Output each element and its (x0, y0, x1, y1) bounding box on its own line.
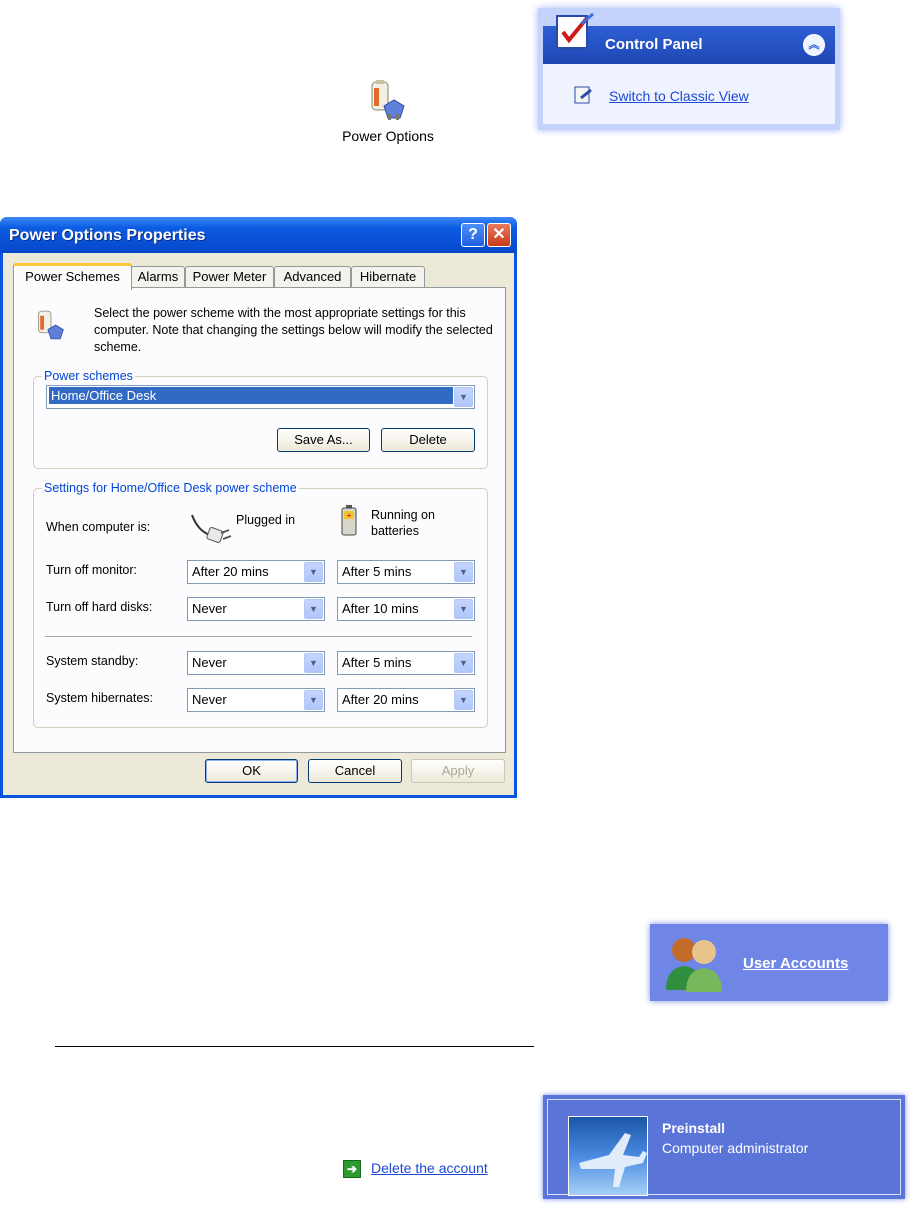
user-accounts-link[interactable]: User Accounts (743, 955, 848, 972)
power-schemes-legend: Power schemes (44, 369, 133, 383)
chevron-down-icon[interactable]: ▼ (304, 690, 323, 710)
tab-power-schemes[interactable]: Power Schemes (13, 263, 132, 290)
control-panel-icon (556, 12, 594, 49)
tab-hibernate[interactable]: Hibernate (351, 266, 425, 287)
system-hibernates-label: System hibernates: (46, 691, 153, 705)
cancel-button[interactable]: Cancel (308, 759, 402, 783)
hibernate-plugged-value: Never (192, 692, 227, 707)
chevron-down-icon[interactable]: ▼ (454, 599, 473, 619)
standby-battery-select[interactable]: After 5 mins ▼ (337, 651, 475, 675)
disks-plugged-select[interactable]: Never ▼ (187, 597, 325, 621)
chevron-down-icon[interactable]: ▼ (454, 690, 473, 710)
monitor-plugged-value: After 20 mins (192, 564, 269, 579)
delete-button[interactable]: Delete (381, 428, 475, 452)
dialog-titlebar[interactable]: Power Options Properties ? ✕ (0, 217, 517, 253)
power-schemes-panel: Select the power scheme with the most ap… (13, 287, 506, 753)
monitor-battery-select[interactable]: After 5 mins ▼ (337, 560, 475, 584)
monitor-plugged-select[interactable]: After 20 mins ▼ (187, 560, 325, 584)
tab-alarms[interactable]: Alarms (131, 266, 185, 287)
account-role: Computer administrator (662, 1140, 809, 1156)
control-panel-body: Switch to Classic View (543, 64, 835, 124)
tab-power-meter[interactable]: Power Meter (185, 266, 274, 287)
plugged-in-label: Plugged in (236, 513, 296, 527)
battery-icon: + (341, 505, 357, 536)
standby-plugged-value: Never (192, 655, 227, 670)
dialog-client-area: Power Schemes Alarms Power Meter Advance… (3, 253, 514, 795)
disks-battery-value: After 10 mins (342, 601, 419, 616)
green-arrow-icon: ➔ (343, 1160, 361, 1178)
system-standby-label: System standby: (46, 654, 139, 668)
svg-text:+: + (347, 511, 352, 520)
account-name: Preinstall (662, 1120, 726, 1136)
chevron-down-icon[interactable]: ▼ (304, 599, 323, 619)
batteries-label: batteries (371, 524, 419, 538)
power-options-icon (371, 80, 405, 120)
power-schemes-group: Power schemes (33, 369, 488, 469)
chevron-down-icon[interactable]: ▼ (304, 653, 323, 673)
help-button[interactable]: ? (461, 223, 485, 247)
save-as-button[interactable]: Save As... (277, 428, 370, 452)
account-picture (568, 1116, 648, 1196)
control-panel-header[interactable]: Control Panel ︽ (543, 12, 835, 64)
monitor-battery-value: After 5 mins (342, 564, 412, 579)
account-tile-border: Preinstall Computer administrator (547, 1099, 901, 1196)
turn-off-monitor-label: Turn off monitor: (46, 563, 138, 577)
apply-button[interactable]: Apply (411, 759, 505, 783)
chevron-up-icon[interactable]: ︽ (803, 34, 825, 56)
scheme-settings-legend: Settings for Home/Office Desk power sche… (44, 481, 297, 495)
power-options-icon (38, 310, 64, 340)
turn-off-hard-disks-label: Turn off hard disks: (46, 600, 153, 614)
separator-line (55, 1046, 534, 1047)
plug-icon (191, 514, 232, 543)
power-options-dialog: Power Options Properties ? ✕ Power Schem… (0, 217, 517, 798)
standby-battery-value: After 5 mins (342, 655, 412, 670)
chevron-down-icon[interactable]: ▼ (454, 562, 473, 582)
power-options-label: Power Options (342, 128, 434, 144)
chevron-down-icon[interactable]: ▼ (304, 562, 323, 582)
switch-to-classic-view-link[interactable]: Switch to Classic View (609, 88, 749, 104)
account-tile[interactable]: Preinstall Computer administrator (543, 1095, 905, 1199)
chevron-down-icon[interactable]: ▼ (454, 387, 473, 407)
power-options-desktop-icon[interactable]: Power Options (318, 78, 458, 154)
running-on-label: Running on (371, 508, 435, 522)
hibernate-plugged-select[interactable]: Never ▼ (187, 688, 325, 712)
standby-plugged-select[interactable]: Never ▼ (187, 651, 325, 675)
ok-button[interactable]: OK (205, 759, 298, 783)
hibernate-battery-value: After 20 mins (342, 692, 419, 707)
hibernate-battery-select[interactable]: After 20 mins ▼ (337, 688, 475, 712)
user-accounts-tile[interactable]: User Accounts (650, 924, 888, 1001)
power-scheme-value: Home/Office Desk (49, 387, 453, 404)
intro-text: Select the power scheme with the most ap… (94, 306, 493, 354)
switch-view-icon (574, 86, 592, 104)
settings-divider (45, 636, 472, 638)
airplane-icon (579, 1133, 647, 1187)
tab-advanced[interactable]: Advanced (274, 266, 351, 287)
dialog-title: Power Options Properties (9, 227, 206, 244)
control-panel-pane: Control Panel ︽ Switch to Classic View (538, 8, 840, 130)
chevron-down-icon[interactable]: ▼ (454, 653, 473, 673)
close-button[interactable]: ✕ (487, 223, 511, 247)
user-accounts-icon (666, 938, 722, 992)
delete-account-link[interactable]: Delete the account (371, 1160, 488, 1176)
disks-battery-select[interactable]: After 10 mins ▼ (337, 597, 475, 621)
power-scheme-select[interactable]: Home/Office Desk ▼ (46, 385, 475, 409)
disks-plugged-value: Never (192, 601, 227, 616)
when-computer-label: When computer is: (46, 520, 151, 534)
control-panel-title: Control Panel (605, 36, 703, 53)
